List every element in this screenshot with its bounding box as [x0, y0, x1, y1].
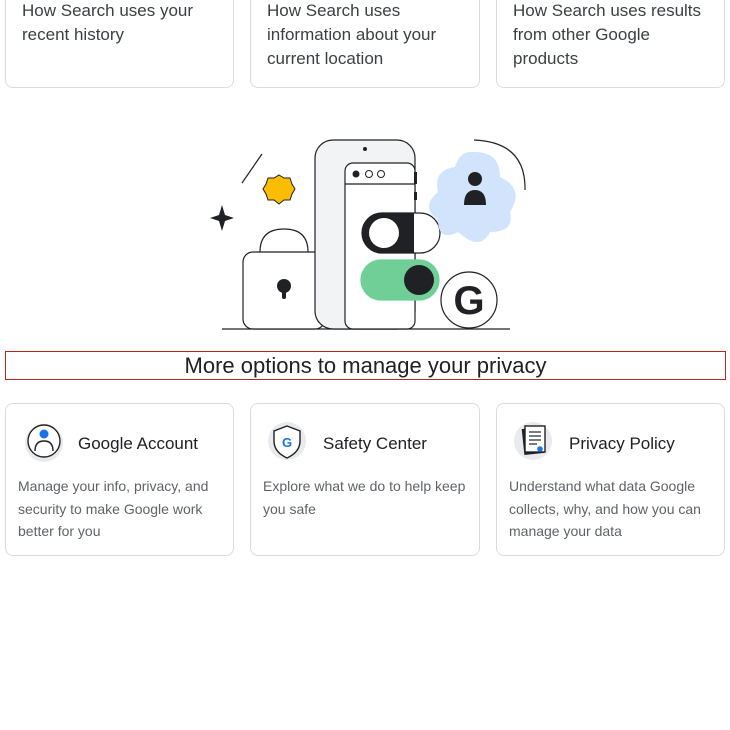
google-account-card[interactable]: Google Account Manage your info, privacy… — [5, 403, 234, 556]
section-heading: More options to manage your privacy — [5, 351, 726, 380]
toggle-off-icon — [361, 212, 441, 254]
card-recent-history[interactable]: How Search uses your recent history — [5, 0, 234, 88]
google-g-letter: G — [453, 279, 484, 323]
privacy-policy-title: Privacy Policy — [569, 434, 675, 453]
padlock-icon — [242, 228, 326, 330]
account-circle-icon — [20, 419, 68, 467]
card-other-products-label: How Search uses results from other Googl… — [513, 1, 702, 68]
toggle-on-icon — [360, 259, 440, 301]
google-account-description: Manage your info, privacy, and security … — [18, 478, 209, 539]
safety-center-title: Safety Center — [323, 434, 427, 453]
safety-center-description: Explore what we do to help keep you safe — [263, 478, 466, 517]
decor-slash-icon — [241, 153, 263, 184]
safety-center-card[interactable]: G Safety Center Explore what we do to he… — [250, 403, 480, 556]
privacy-policy-card[interactable]: Privacy Policy Understand what data Goog… — [496, 403, 725, 556]
card-current-location-label: How Search uses information about your c… — [267, 1, 437, 68]
svg-text:G: G — [282, 435, 292, 450]
avatar-badge-icon — [429, 139, 526, 242]
card-current-location[interactable]: How Search uses information about your c… — [250, 0, 480, 88]
card-recent-history-label: How Search uses your recent history — [22, 1, 194, 44]
policy-document-icon — [511, 419, 559, 467]
sparkle-icon — [210, 205, 234, 231]
privacy-policy-description: Understand what data Google collects, wh… — [509, 478, 701, 539]
yellow-badge-icon — [262, 174, 296, 205]
google-account-title: Google Account — [78, 434, 199, 453]
card-other-products[interactable]: How Search uses results from other Googl… — [496, 0, 725, 88]
privacy-illustration: G — [210, 139, 526, 330]
shield-google-icon: G — [265, 419, 313, 467]
google-logo-icon: G — [440, 271, 498, 329]
